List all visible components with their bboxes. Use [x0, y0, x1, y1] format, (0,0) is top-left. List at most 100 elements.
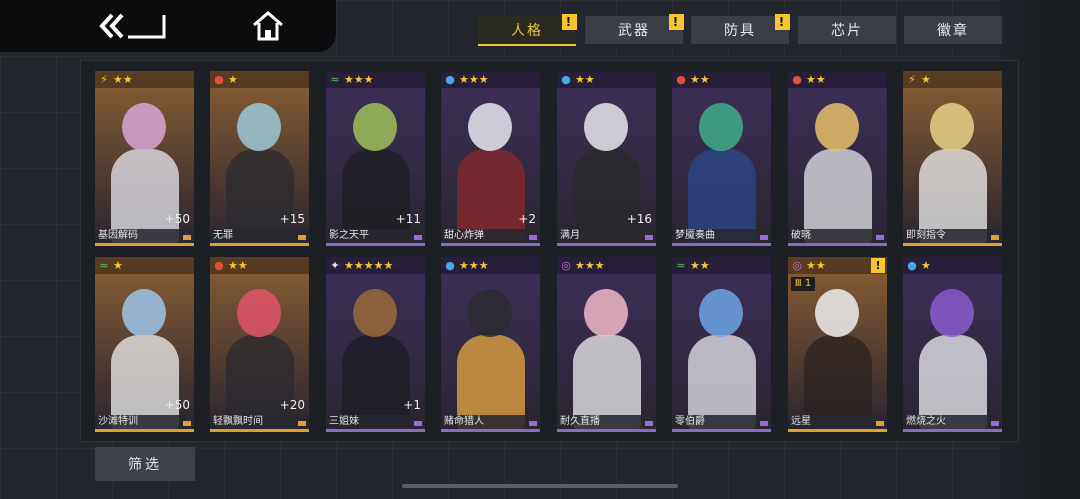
tab-label: 武器	[618, 23, 650, 39]
tier-indicator	[991, 235, 999, 240]
portrait-hair	[815, 103, 859, 151]
rank-tag: Ⅲ 1	[791, 277, 815, 291]
persona-name: 耐久直播	[557, 415, 656, 429]
tab-chip[interactable]: 芯片	[798, 16, 896, 44]
back-arrow-icon	[99, 13, 166, 39]
tier-indicator	[645, 421, 653, 426]
star-rating: ★★	[113, 72, 133, 86]
persona-name: 梦魇奏曲	[672, 229, 771, 243]
spiral-element-icon: ◎	[792, 258, 802, 272]
persona-card[interactable]: ✦ ★★★★★ +1 三姐妹	[326, 257, 425, 432]
portrait-hair	[237, 103, 281, 151]
persona-card[interactable]: ● ★ +15 无罪	[210, 71, 309, 246]
back-button[interactable]	[98, 9, 170, 43]
persona-card[interactable]: ≈ ★★ 零伯爵	[672, 257, 771, 432]
card-header: ● ★	[903, 257, 1002, 274]
lightning-element-icon: ⚡	[100, 72, 108, 86]
tab-weapon[interactable]: 武器 !	[585, 14, 684, 44]
horizontal-scrollbar[interactable]	[402, 484, 678, 488]
star-rating: ★★	[806, 72, 826, 86]
tier-indicator	[529, 421, 537, 426]
water-element-icon: ●	[561, 72, 571, 86]
persona-card[interactable]: ● ★★★ +2 甜心炸弹	[441, 71, 540, 246]
persona-card[interactable]: ● ★ 燃烧之火	[903, 257, 1002, 432]
card-header: ⚡ ★★	[95, 71, 194, 88]
tier-indicator	[876, 421, 884, 426]
persona-card[interactable]: ● ★★ 梦魇奏曲	[672, 71, 771, 246]
light-element-icon: ✦	[330, 258, 340, 272]
portrait-hair	[584, 289, 628, 337]
persona-card[interactable]: ● ★★ 破晓	[788, 71, 887, 246]
fire-element-icon: ●	[214, 72, 224, 86]
alert-badge: !	[669, 14, 684, 30]
star-rating: ★★	[690, 258, 710, 272]
character-portrait	[903, 257, 1002, 429]
alert-badge: !	[562, 14, 577, 30]
tab-badge[interactable]: 徽章	[904, 16, 1002, 44]
persona-card[interactable]: ● ★★ +20 轻飘飘时间	[210, 257, 309, 432]
card-header: ● ★★	[672, 71, 771, 88]
tier-indicator	[414, 235, 422, 240]
card-header: ≈ ★★★	[326, 71, 425, 88]
character-portrait	[903, 71, 1002, 243]
tier-indicator	[529, 235, 537, 240]
persona-card[interactable]: ⚡ ★ 即刻指令	[903, 71, 1002, 246]
tier-indicator	[298, 421, 306, 426]
alert-badge: !	[775, 14, 790, 30]
persona-name: 基因解码	[95, 229, 194, 243]
persona-card[interactable]: ◎ ★★! Ⅲ 1 远星	[788, 257, 887, 432]
card-header: ● ★★★	[441, 257, 540, 274]
portrait-hair	[353, 289, 397, 337]
tier-indicator	[414, 421, 422, 426]
enhance-level: +16	[626, 212, 652, 226]
persona-card[interactable]: ≈ ★ +50 沙滩特训	[95, 257, 194, 432]
persona-name: 赌命猎人	[441, 415, 540, 429]
card-header: ● ★★	[557, 71, 656, 88]
enhance-level: +1	[403, 398, 421, 412]
persona-name: 破晓	[788, 229, 887, 243]
home-icon	[253, 11, 283, 41]
alert-badge: !	[871, 258, 885, 273]
card-header: ● ★	[210, 71, 309, 88]
persona-card[interactable]: ⚡ ★★ +50 基因解码	[95, 71, 194, 246]
card-header: ⚡ ★	[903, 71, 1002, 88]
persona-card[interactable]: ● ★★★ 赌命猎人	[441, 257, 540, 432]
star-rating: ★	[228, 72, 238, 86]
tab-armor[interactable]: 防具 !	[691, 14, 790, 44]
spiral-element-icon: ◎	[561, 258, 571, 272]
portrait-hair	[122, 289, 166, 337]
star-rating: ★	[113, 258, 123, 272]
persona-name: 零伯爵	[672, 415, 771, 429]
star-rating: ★★	[690, 72, 710, 86]
tier-indicator	[991, 421, 999, 426]
persona-name: 轻飘飘时间	[210, 415, 309, 429]
portrait-hair	[468, 103, 512, 151]
tab-label: 徽章	[937, 23, 969, 39]
enhance-level: +2	[518, 212, 536, 226]
character-portrait	[672, 71, 771, 243]
filter-button[interactable]: 筛选	[95, 447, 195, 481]
persona-name: 远星	[788, 415, 887, 429]
enhance-level: +20	[279, 398, 305, 412]
tier-indicator	[760, 235, 768, 240]
persona-card[interactable]: ◎ ★★★ 耐久直播	[557, 257, 656, 432]
portrait-hair	[699, 289, 743, 337]
character-portrait	[672, 257, 771, 429]
portrait-hair	[122, 103, 166, 151]
persona-card[interactable]: ● ★★ +16 满月	[557, 71, 656, 246]
persona-name: 三姐妹	[326, 415, 425, 429]
portrait-hair	[930, 289, 974, 337]
card-header: ≈ ★★	[672, 257, 771, 274]
card-header: ◎ ★★★	[557, 257, 656, 274]
fire-element-icon: ●	[676, 72, 686, 86]
persona-name: 甜心炸弹	[441, 229, 540, 243]
water-element-icon: ●	[445, 258, 455, 272]
tab-persona[interactable]: 人格 !	[478, 14, 577, 46]
water-element-icon: ●	[907, 258, 917, 272]
home-button[interactable]	[250, 9, 286, 43]
portrait-hair	[237, 289, 281, 337]
persona-card[interactable]: ≈ ★★★ +11 影之天平	[326, 71, 425, 246]
fire-element-icon: ●	[792, 72, 802, 86]
star-rating: ★	[921, 258, 931, 272]
wind-element-icon: ≈	[99, 258, 109, 272]
